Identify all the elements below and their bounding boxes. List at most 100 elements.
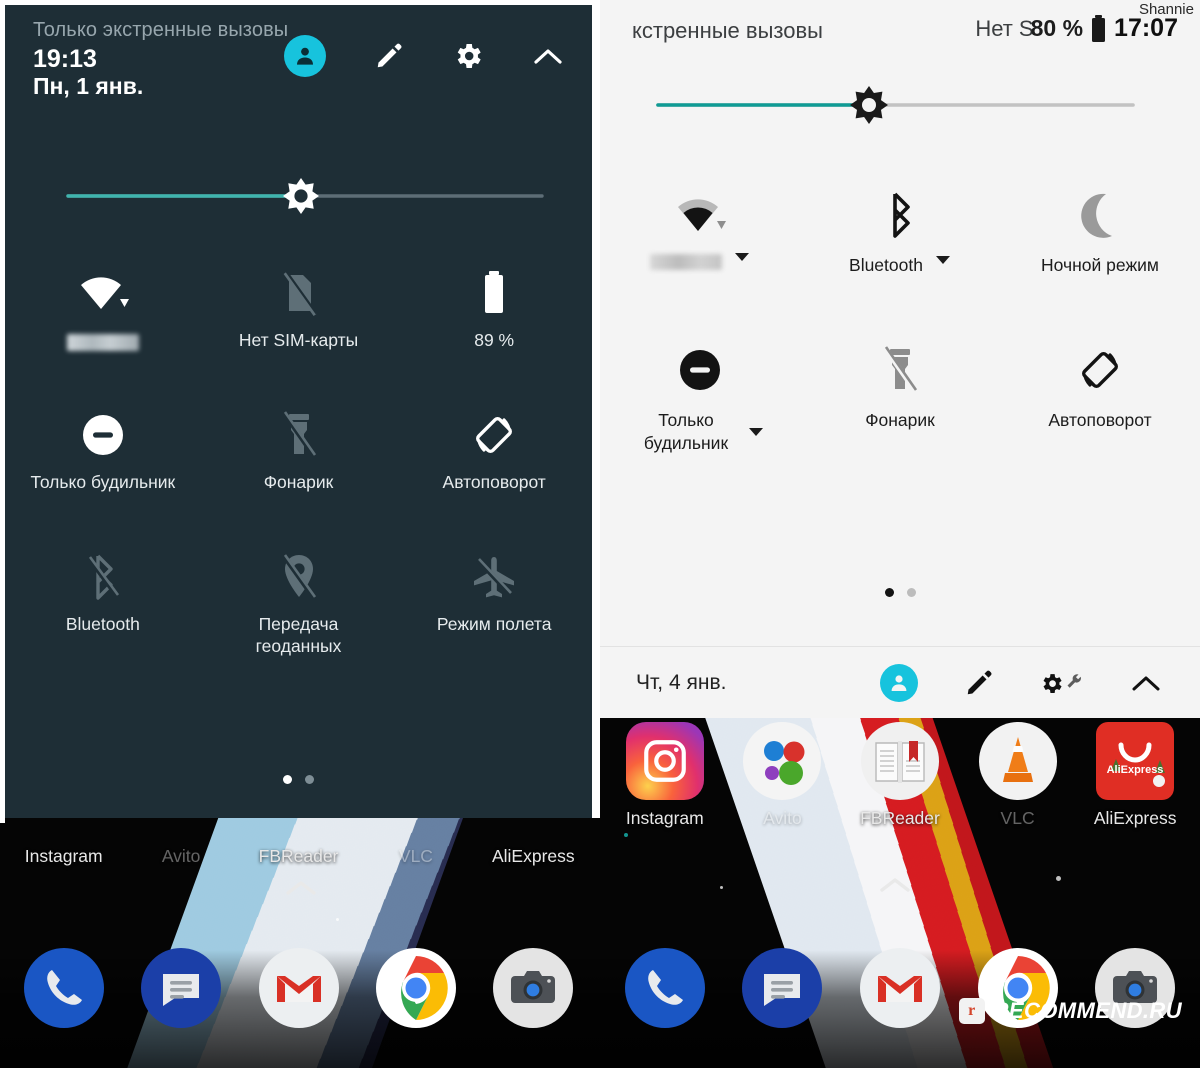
- quick-settings-panel-dark: Только экстренные вызовы 19:13 Пн, 1 янв…: [5, 5, 592, 818]
- tile-row: Bluetooth Передача геоданных Режим полет…: [5, 544, 592, 658]
- tile-sim[interactable]: Нет SIM-карты: [201, 260, 397, 352]
- dock-item[interactable]: [606, 948, 724, 1028]
- tile-autorotate[interactable]: Автоповорот: [1000, 337, 1200, 455]
- user-avatar-icon[interactable]: [284, 35, 326, 77]
- gear-wrench-icon[interactable]: [1040, 667, 1084, 699]
- dock-item[interactable]: [240, 948, 357, 1028]
- dock-item[interactable]: [357, 948, 474, 1028]
- tile-label: Автоповорот: [442, 471, 546, 492]
- pencil-icon[interactable]: [374, 41, 404, 71]
- dock-item[interactable]: [5, 948, 122, 1028]
- chevron-up-icon[interactable]: [1130, 672, 1162, 694]
- auto-rotate-icon: [470, 406, 518, 464]
- brightness-sun-icon: [850, 86, 888, 124]
- flashlight-off-icon: [279, 406, 319, 464]
- tile-row: Только будильник Фонарик Автоповорот: [5, 402, 592, 494]
- chevron-down-icon[interactable]: [748, 427, 764, 437]
- status-bar: кстренные вызовы Нет S 80 % 17:07: [600, 0, 1200, 60]
- quick-settings-tiles: Нет SIM-карты 89 % Только будильник Фона…: [5, 260, 592, 658]
- page-dot[interactable]: [906, 588, 916, 597]
- dnd-alarms-icon: [80, 406, 126, 464]
- app-item[interactable]: VLC: [959, 722, 1077, 829]
- carrier-label: кстренные вызовы: [632, 18, 823, 43]
- quick-settings-header: Только экстренные вызовы 19:13 Пн, 1 янв…: [5, 5, 592, 115]
- tile-flashlight[interactable]: Фонарик: [201, 402, 397, 494]
- frame-gutter: [592, 0, 600, 818]
- chevron-up-icon[interactable]: [532, 45, 564, 67]
- night-mode-icon: [1078, 186, 1122, 244]
- header-actions: [284, 35, 564, 77]
- brightness-sun-icon: [283, 178, 319, 214]
- tile-wifi[interactable]: [600, 182, 800, 277]
- page-dot-active[interactable]: [283, 775, 292, 784]
- user-avatar-icon[interactable]: [880, 663, 918, 702]
- page-dot[interactable]: [305, 775, 314, 784]
- location-off-icon: [279, 548, 319, 606]
- aliexpress-icon: AliExpress: [1096, 722, 1175, 800]
- tile-night-mode[interactable]: Ночной режим: [1000, 182, 1200, 277]
- tile-airplane[interactable]: Режим полета: [396, 544, 592, 658]
- tile-label: Bluetooth: [849, 255, 923, 275]
- flashlight-off-icon: [880, 341, 920, 399]
- tile-dnd[interactable]: Только будильник: [5, 402, 201, 494]
- tile-label: Передача геоданных: [255, 613, 342, 656]
- pencil-icon[interactable]: [964, 668, 994, 698]
- tile-location[interactable]: Передача геоданных: [201, 544, 397, 658]
- app-label: FBReader: [860, 808, 940, 828]
- tile-label: Bluetooth: [65, 613, 140, 634]
- tile-label: Режим полета: [436, 613, 552, 634]
- app-item[interactable]: FBReader: [841, 722, 959, 829]
- home-app-row-right: Instagram Avito FBReader VLC AliExpress …: [606, 722, 1194, 829]
- tile-wifi[interactable]: [5, 260, 201, 352]
- chevron-down-icon[interactable]: [734, 252, 750, 262]
- dock-item[interactable]: [122, 948, 239, 1028]
- brightness-slider[interactable]: [5, 165, 592, 227]
- messages-icon: [742, 948, 823, 1028]
- page-dot-active[interactable]: [884, 588, 894, 597]
- app-label: AliExpress: [1093, 808, 1177, 828]
- tile-row: Только будильник Фонарик Автоповорот: [600, 337, 1200, 455]
- brightness-slider[interactable]: [600, 78, 1200, 136]
- quick-settings-panel-light: кстренные вызовы Нет S 80 % 17:07 Blueto…: [600, 0, 1200, 718]
- gear-icon[interactable]: [452, 40, 484, 72]
- app-label: Instagram: [625, 808, 704, 828]
- airplane-off-icon: [471, 548, 517, 606]
- tile-label: Ночной режим: [1041, 255, 1159, 275]
- gmail-icon: [859, 948, 940, 1028]
- dock-item[interactable]: [475, 948, 592, 1028]
- battery-icon: [1090, 14, 1107, 43]
- app-item[interactable]: Instagram: [606, 722, 724, 829]
- tile-flashlight[interactable]: Фонарик: [800, 337, 1000, 455]
- messages-icon: [141, 948, 222, 1028]
- tile-row: Нет SIM-карты 89 %: [5, 260, 592, 352]
- tile-battery[interactable]: 89 %: [396, 260, 592, 352]
- tile-bluetooth[interactable]: Bluetooth: [800, 182, 1000, 277]
- app-drawer-handle[interactable]: [284, 878, 318, 898]
- tile-label: 89 %: [474, 330, 515, 350]
- app-drawer-handle[interactable]: [878, 875, 912, 895]
- date-label: Чт, 4 янв.: [636, 670, 727, 694]
- phone-icon: [23, 948, 104, 1028]
- app-item[interactable]: AliExpress AliExpress: [1076, 722, 1194, 829]
- app-label: FBReader: [258, 846, 339, 866]
- tile-label: [650, 254, 722, 270]
- app-label: AliExpress: [491, 846, 575, 866]
- dock-item[interactable]: [724, 948, 842, 1028]
- tile-autorotate[interactable]: Автоповорот: [396, 402, 592, 494]
- user-watermark: Shannie: [1138, 1, 1194, 18]
- dock-item[interactable]: [841, 948, 959, 1028]
- tile-label: Только будильник: [30, 471, 176, 492]
- home-dock-left: [5, 948, 592, 1028]
- phone-icon: [624, 948, 705, 1028]
- wifi-icon: [77, 264, 129, 322]
- bluetooth-off-icon: [85, 548, 121, 606]
- status-icons: Нет S 80 % 17:07: [975, 14, 1178, 43]
- app-item[interactable]: Avito: [724, 722, 842, 829]
- tile-bluetooth[interactable]: Bluetooth: [5, 544, 201, 658]
- instagram-icon: [625, 722, 704, 800]
- chevron-down-icon[interactable]: [935, 255, 951, 265]
- site-watermark-text: RECOMMEND.RU: [992, 998, 1182, 1023]
- tile-dnd[interactable]: Только будильник: [600, 337, 800, 455]
- avito-icon: [743, 722, 822, 800]
- clock-label: 19:13: [33, 45, 97, 73]
